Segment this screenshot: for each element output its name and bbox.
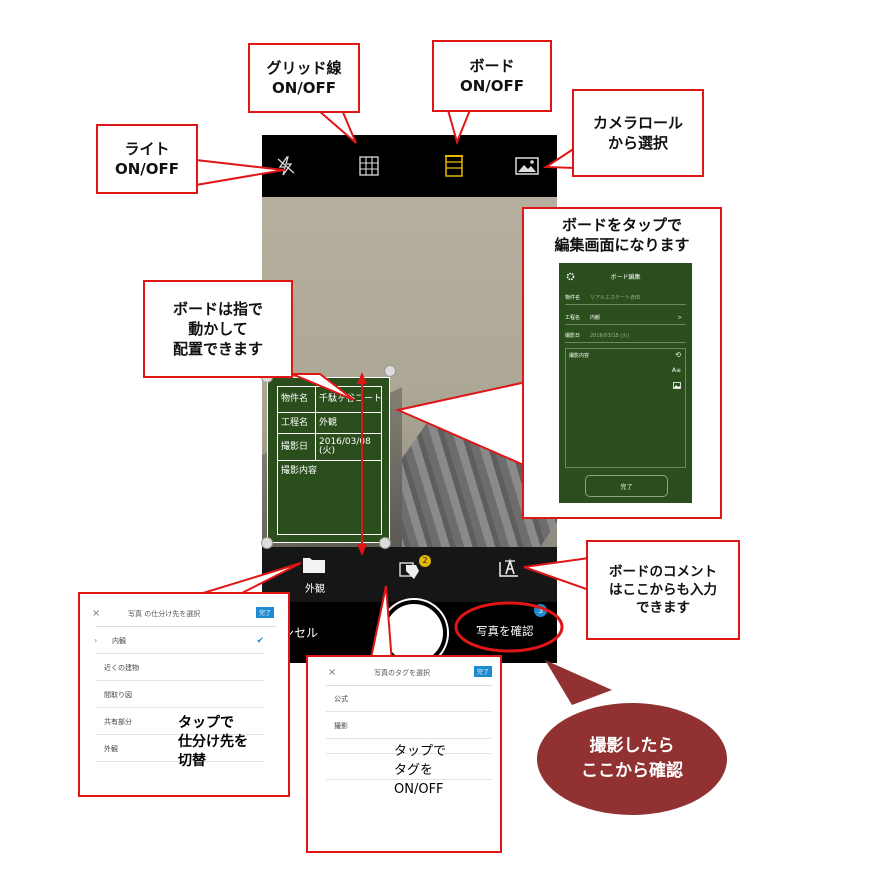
callout-camera-roll: カメラロール から選択 <box>572 89 704 177</box>
sort-destination-panel: × 写真 の仕分け先を選択 完了 › 内観 ✔ 近くの建物 間取り図 共有部分 … <box>78 592 290 797</box>
callout-text: ボードは指で 動かして 配置できます <box>172 299 263 359</box>
sort-panel-note: タップで 仕分け先を 切替 <box>178 715 248 769</box>
close-icon[interactable]: × <box>328 667 336 678</box>
preview-done-button: 完了 <box>585 475 668 497</box>
callout-text: ライト ON/OFF <box>114 139 180 178</box>
sort-option[interactable]: 近くの建物 <box>96 655 264 681</box>
callout-text: ボードのコメント はここからも入力 できます <box>609 563 717 617</box>
callout-text: グリッド線 ON/OFF <box>266 58 342 97</box>
preview-label: 工程名 <box>565 315 581 321</box>
confirm-speech-bubble: 撮影したら ここから確認 <box>537 703 727 815</box>
sort-option[interactable]: 間取り図 <box>96 682 264 708</box>
callout-comment: ボードのコメント はここからも入力 できます <box>586 540 740 640</box>
tag-option-label: 公式 <box>334 694 348 703</box>
preview-content-box: 撮影内容 ⟲ A≡ <box>565 348 686 468</box>
preview-row: 撮影日 2016/03/15 (火) <box>565 329 686 343</box>
callout-text: ボードをタップで 編集画面になります <box>554 216 690 255</box>
sort-option-label: 間取り図 <box>104 690 132 699</box>
confirm-bubble-text: 撮影したら ここから確認 <box>581 736 683 781</box>
history-icon: ⟲ <box>675 351 681 359</box>
preview-title: ボード編集 <box>610 274 641 281</box>
board-edit-preview: ボード編集 物件名 リアルエステート赤田 工程名 内観 > 撮影日 2016/0… <box>559 263 692 503</box>
sort-done-button[interactable]: 完了 <box>256 607 275 618</box>
tag-option[interactable]: 公式 <box>326 686 492 712</box>
preview-label: 物件名 <box>565 295 581 301</box>
image-icon <box>673 382 681 389</box>
sort-option[interactable]: › 内観 ✔ <box>94 628 264 654</box>
preview-value: 2016/03/15 (火) <box>590 333 630 339</box>
chevron-right-icon: > <box>677 314 682 321</box>
sort-option-label: 近くの建物 <box>104 663 139 672</box>
check-icon: ✔ <box>256 635 264 646</box>
callout-grid: グリッド線 ON/OFF <box>248 43 360 113</box>
callout-text: カメラロール から選択 <box>592 113 683 152</box>
tag-select-panel: × 写真のタグを選択 完了 公式 撮影 タップで タグを ON/OFF <box>306 655 502 853</box>
preview-label: 撮影日 <box>565 333 581 339</box>
callout-board-toggle: ボード ON/OFF <box>432 40 552 112</box>
preview-row: 工程名 内観 > <box>565 311 686 325</box>
sort-option-label: 共有部分 <box>104 717 132 726</box>
preview-content-label: 撮影内容 <box>569 353 590 359</box>
callout-light: ライト ON/OFF <box>96 124 198 194</box>
tag-option[interactable]: 撮影 <box>326 713 492 739</box>
divider <box>96 626 276 627</box>
preview-value: リアルエステート赤田 <box>590 295 640 301</box>
tag-done-button[interactable]: 完了 <box>474 666 493 677</box>
sort-option-label: 外観 <box>104 744 118 753</box>
tag-panel-title: 写真のタグを選択 <box>374 669 430 677</box>
preview-row: 物件名 リアルエステート赤田 <box>565 291 686 305</box>
callout-text: ボード ON/OFF <box>459 56 525 95</box>
callout-board-move: ボードは指で 動かして 配置できます <box>143 280 293 378</box>
sort-option-label: 内観 <box>112 636 126 645</box>
preview-value: 内観 <box>590 315 601 321</box>
sort-panel-title: 写真 の仕分け先を選択 <box>128 610 201 618</box>
chevron-right-icon: › <box>94 636 98 645</box>
text-size-icon: A≡ <box>671 367 681 374</box>
tag-panel-note: タップで タグを ON/OFF <box>394 744 447 797</box>
tag-option-label: 撮影 <box>334 721 348 730</box>
close-icon[interactable]: × <box>92 608 100 619</box>
